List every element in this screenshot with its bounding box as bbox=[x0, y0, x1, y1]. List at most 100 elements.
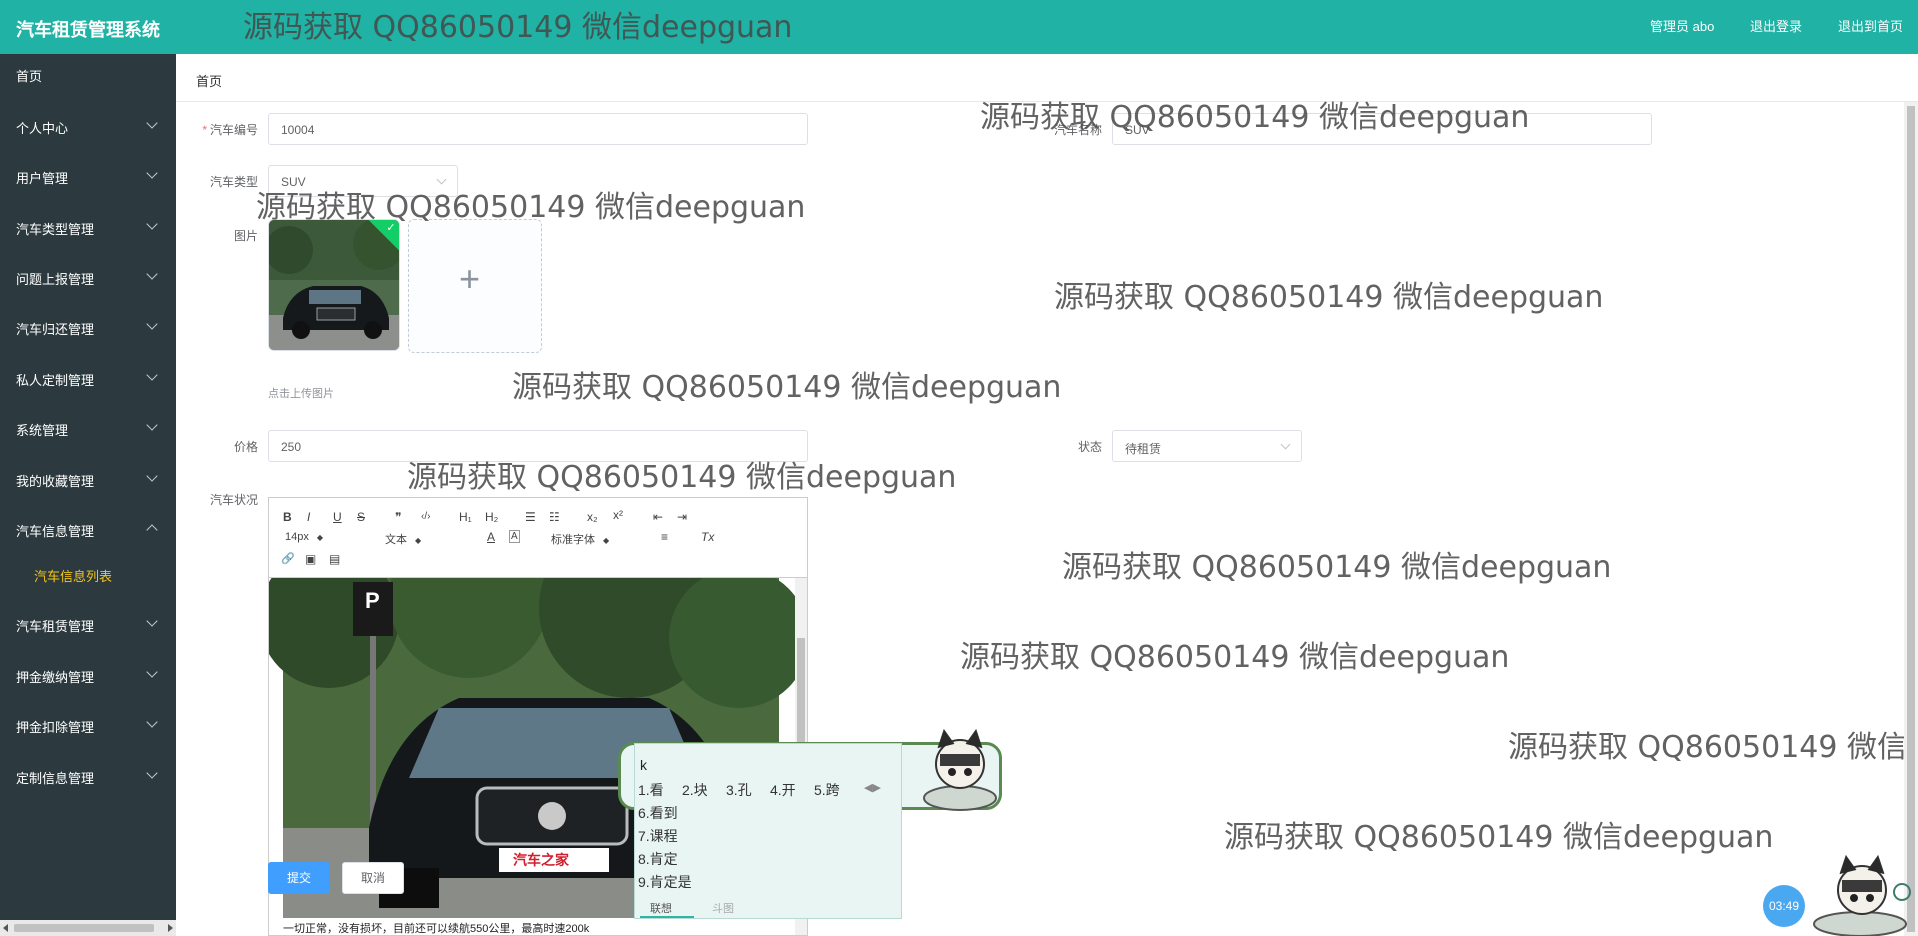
outdent-icon[interactable]: ⇤ bbox=[653, 510, 663, 524]
watermark-text: 源码获取 QQ86050149 微信deepguan bbox=[1054, 280, 1604, 315]
image-label: 图片 bbox=[233, 229, 258, 243]
image-icon[interactable]: ▣ bbox=[305, 552, 316, 566]
breadcrumb[interactable]: 首页 bbox=[196, 71, 222, 90]
scrollbar-thumb[interactable] bbox=[797, 638, 805, 758]
chevron-down-icon bbox=[146, 615, 158, 627]
chevron-down-icon bbox=[146, 268, 158, 280]
chevron-down-icon bbox=[146, 218, 158, 230]
chevron-down-icon bbox=[1280, 439, 1291, 450]
sidebar-horizontal-scrollbar[interactable] bbox=[0, 920, 176, 936]
block-format-select[interactable]: 文本 ◆ bbox=[385, 531, 421, 547]
car-no-input[interactable]: 10004 bbox=[268, 113, 808, 145]
sidebar-item-car-type-mgmt[interactable]: 汽车类型管理 bbox=[0, 207, 176, 247]
ime-candidate-6[interactable]: 6.看到 bbox=[638, 803, 678, 823]
breadcrumb-bar: 首页 bbox=[176, 54, 1918, 102]
editor-image-plate-text: 汽车之家 bbox=[513, 852, 570, 869]
ime-tab-association[interactable]: 联想 bbox=[650, 900, 672, 916]
indent-icon[interactable]: ⇥ bbox=[677, 510, 687, 524]
scrollbar-thumb[interactable] bbox=[1907, 106, 1915, 932]
svg-text:P: P bbox=[365, 588, 380, 613]
sidebar-item-car-info-mgmt[interactable]: 汽车信息管理 bbox=[0, 509, 176, 549]
ime-candidate-8[interactable]: 8.肯定 bbox=[638, 849, 678, 869]
font-family-select[interactable]: 标准字体 ◆ bbox=[551, 531, 609, 547]
watermark-text: 源码获取 QQ86050149 微信deepguan bbox=[960, 640, 1510, 675]
bullet-list-icon[interactable]: ☷ bbox=[549, 510, 560, 524]
chevron-down-icon bbox=[146, 767, 158, 779]
scroll-right-icon[interactable] bbox=[168, 924, 173, 932]
editor-text-content: 一切正常，没有损坏，目前还可以续航550公里，最高时速200k bbox=[283, 923, 590, 935]
sidebar-item-custom-mgmt[interactable]: 私人定制管理 bbox=[0, 358, 176, 398]
clear-format-icon[interactable]: Tx bbox=[701, 530, 714, 544]
chevron-down-icon bbox=[146, 470, 158, 482]
upload-tip: 点击上传图片 bbox=[268, 388, 334, 400]
chevron-down-icon bbox=[146, 666, 158, 678]
chevron-down-icon bbox=[436, 174, 447, 185]
background-color-icon[interactable]: A bbox=[509, 530, 520, 543]
sidebar: 首页 个人中心 用户管理 汽车类型管理 问题上报管理 汽车归还管理 私人定制管理… bbox=[0, 54, 176, 936]
ime-candidate-5[interactable]: 5.跨 bbox=[814, 780, 840, 800]
ime-candidate-3[interactable]: 3.孔 bbox=[726, 780, 752, 800]
bold-icon[interactable]: B bbox=[283, 510, 292, 524]
code-icon[interactable]: ‹/› bbox=[421, 511, 430, 522]
app-title: 汽车租赁管理系统 bbox=[16, 20, 160, 40]
price-input[interactable]: 250 bbox=[268, 430, 808, 462]
sidebar-subitem-car-info-list[interactable]: 汽车信息列表 bbox=[0, 556, 176, 592]
sidebar-item-return-mgmt[interactable]: 汽车归还管理 bbox=[0, 307, 176, 347]
sidebar-item-personal-center[interactable]: 个人中心 bbox=[0, 106, 176, 146]
sidebar-item-system-mgmt[interactable]: 系统管理 bbox=[0, 408, 176, 448]
car-name-input[interactable]: SUV bbox=[1112, 113, 1652, 145]
back-home-link[interactable]: 退出到首页 bbox=[1838, 16, 1903, 35]
video-icon[interactable]: ▤ bbox=[329, 552, 340, 566]
uploaded-car-image[interactable]: ✓ bbox=[268, 219, 400, 351]
plus-icon: + bbox=[459, 258, 481, 299]
subscript-icon[interactable]: x₂ bbox=[587, 510, 598, 524]
link-icon[interactable]: 🔗 bbox=[281, 552, 295, 565]
ime-page-arrows-icon[interactable]: ◀▶ bbox=[864, 781, 881, 794]
superscript-icon[interactable]: x² bbox=[613, 508, 623, 522]
watermark-text: 源码获取 QQ86050149 微信d bbox=[1508, 730, 1918, 765]
h2-icon[interactable]: H₂ bbox=[485, 510, 498, 524]
condition-label: 汽车状况 bbox=[209, 493, 258, 507]
h1-icon[interactable]: H₁ bbox=[459, 510, 472, 524]
ime-candidate-9[interactable]: 9.肯定是 bbox=[638, 872, 692, 892]
strikethrough-icon[interactable]: S bbox=[357, 510, 365, 524]
ime-candidate-1[interactable]: 1.看 bbox=[638, 780, 664, 800]
blockquote-icon[interactable]: ❞ bbox=[395, 510, 401, 524]
ordered-list-icon[interactable]: ☰ bbox=[525, 510, 536, 524]
sidebar-item-user-mgmt[interactable]: 用户管理 bbox=[0, 156, 176, 196]
scrollbar-thumb[interactable] bbox=[14, 924, 154, 932]
font-size-select[interactable]: 14px ◆ bbox=[285, 531, 323, 543]
italic-icon[interactable]: I bbox=[307, 510, 310, 524]
chevron-down-icon bbox=[146, 318, 158, 330]
ime-tab-sticker[interactable]: 斗图 bbox=[712, 900, 734, 916]
sidebar-item-rental-mgmt[interactable]: 汽车租赁管理 bbox=[0, 604, 176, 644]
upload-add-button[interactable]: + bbox=[408, 219, 542, 353]
ime-candidate-2[interactable]: 2.块 bbox=[682, 780, 708, 800]
ime-candidate-7[interactable]: 7.课程 bbox=[638, 826, 678, 846]
sidebar-item-home[interactable]: 首页 bbox=[0, 54, 176, 94]
chevron-up-icon bbox=[146, 524, 158, 536]
font-color-icon[interactable]: A bbox=[487, 530, 495, 544]
sidebar-item-deposit-deduct-mgmt[interactable]: 押金扣除管理 bbox=[0, 705, 176, 745]
sidebar-item-custom-info-mgmt[interactable]: 定制信息管理 bbox=[0, 756, 176, 796]
sidebar-item-deposit-pay-mgmt[interactable]: 押金缴纳管理 bbox=[0, 655, 176, 695]
underline-icon[interactable]: U bbox=[333, 510, 342, 524]
sidebar-item-favorites-mgmt[interactable]: 我的收藏管理 bbox=[0, 459, 176, 499]
sidebar-item-issue-mgmt[interactable]: 问题上报管理 bbox=[0, 257, 176, 297]
main-scrollbar[interactable] bbox=[1904, 102, 1918, 936]
timer-badge[interactable]: 03:49 bbox=[1763, 885, 1805, 927]
car-type-select[interactable]: SUV bbox=[268, 165, 458, 197]
status-select[interactable]: 待租赁 bbox=[1112, 430, 1302, 462]
align-icon[interactable]: ≡ bbox=[661, 530, 668, 544]
watermark-text: 源码获取 QQ86050149 微信deepguan bbox=[1224, 820, 1774, 855]
submit-button[interactable]: 提交 bbox=[268, 862, 330, 894]
car-photo bbox=[269, 220, 399, 350]
ime-candidate-4[interactable]: 4.开 bbox=[770, 780, 796, 800]
car-type-label: 汽车类型 bbox=[209, 175, 258, 189]
floating-mascot-icon[interactable] bbox=[1810, 852, 1914, 936]
ime-tab-indicator bbox=[640, 916, 694, 918]
logout-link[interactable]: 退出登录 bbox=[1750, 16, 1802, 35]
price-label: 价格 bbox=[233, 440, 258, 454]
cancel-button[interactable]: 取消 bbox=[342, 862, 404, 894]
scroll-left-icon[interactable] bbox=[3, 924, 8, 932]
